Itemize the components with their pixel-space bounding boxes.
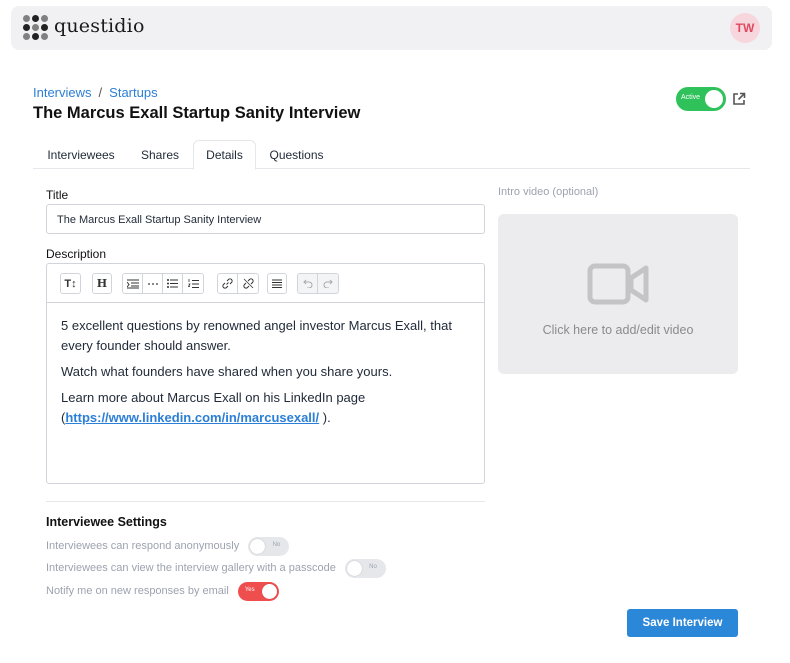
block-format-group (122, 273, 204, 294)
description-text: ). (319, 410, 331, 425)
editor-content[interactable]: 5 excellent questions by renowned angel … (61, 316, 471, 434)
brand-name[interactable]: questidio (54, 15, 145, 37)
active-status-label: Active (681, 94, 701, 101)
email-notify-toggle[interactable]: Yes (237, 581, 279, 601)
page-title: The Marcus Exall Startup Sanity Intervie… (33, 104, 361, 122)
tab-shares[interactable]: Shares (129, 140, 191, 169)
editor-toolbar: T↕ H (47, 264, 484, 303)
gallery-passcode-toggle[interactable]: No (344, 558, 386, 578)
video-placeholder-text: Click here to add/edit video (542, 323, 694, 337)
description-paragraph: 5 excellent questions by renowned angel … (61, 318, 452, 353)
align-icon[interactable] (267, 273, 287, 294)
anonymous-toggle[interactable]: No (248, 536, 290, 556)
setting-email-notify-row: Notify me on new responses by email Yes (46, 581, 279, 601)
toggle-state-label: No (272, 541, 281, 548)
toggle-state-label: No (369, 563, 377, 570)
intro-video-label: Intro video (optional) (498, 186, 599, 198)
blockquote-icon[interactable] (123, 274, 143, 293)
description-editor[interactable]: T↕ H 5 excellent questions by renowned a… (46, 263, 485, 484)
toggle-state-label: Yes (244, 586, 255, 593)
divider (46, 501, 485, 502)
tab-questions[interactable]: Questions (258, 140, 335, 169)
save-interview-button[interactable]: Save Interview (627, 609, 738, 637)
text-size-button[interactable]: T↕ (60, 273, 81, 294)
user-avatar[interactable]: TW (730, 13, 760, 43)
history-group (297, 273, 339, 294)
setting-label: Notify me on new responses by email (46, 585, 229, 597)
breadcrumb-interviews-link[interactable]: Interviews (33, 85, 92, 100)
heading-button[interactable]: H (92, 273, 112, 294)
interviewee-settings-title: Interviewee Settings (46, 515, 167, 529)
description-paragraph: Watch what founders have shared when you… (61, 364, 393, 379)
title-input[interactable]: The Marcus Exall Startup Sanity Intervie… (46, 204, 485, 234)
toggle-knob (346, 560, 362, 576)
external-link-icon[interactable] (732, 92, 746, 106)
top-bar: questidio TW (11, 6, 772, 50)
undo-icon[interactable] (298, 274, 318, 293)
toggle-knob (705, 90, 723, 108)
setting-anonymous-row: Interviewees can respond anonymously No (46, 536, 290, 556)
description-paragraph: Learn more about Marcus Exall on his Lin… (61, 388, 471, 428)
toggle-knob (250, 538, 266, 554)
tab-interviewees[interactable]: Interviewees (33, 140, 129, 169)
numbered-list-icon[interactable] (183, 274, 203, 293)
breadcrumb-startups-link[interactable]: Startups (109, 85, 157, 100)
description-label: Description (46, 247, 107, 261)
brand-logo-icon (23, 15, 49, 41)
setting-label: Interviewees can view the interview gall… (46, 562, 336, 574)
tab-bar: Interviewees Shares Details Questions (33, 140, 750, 170)
setting-label: Interviewees can respond anonymously (46, 540, 240, 552)
link-group (217, 273, 259, 294)
horizontal-rule-icon[interactable] (143, 274, 163, 293)
active-status-toggle[interactable]: Active (676, 87, 726, 111)
linkedin-link[interactable]: https://www.linkedin.com/in/marcusexall/ (65, 410, 319, 425)
intro-video-dropzone[interactable]: Click here to add/edit video (498, 214, 738, 374)
link-icon[interactable] (218, 274, 238, 293)
unlink-icon[interactable] (238, 274, 258, 293)
toggle-knob (261, 583, 277, 599)
title-label: Title (46, 188, 69, 202)
video-camera-icon (587, 263, 649, 305)
redo-icon[interactable] (318, 274, 338, 293)
tab-details[interactable]: Details (193, 140, 256, 170)
bullet-list-icon[interactable] (163, 274, 183, 293)
breadcrumb-separator: / (98, 85, 103, 100)
setting-gallery-passcode-row: Interviewees can view the interview gall… (46, 558, 386, 578)
breadcrumb: Interviews / Startups (33, 85, 158, 100)
